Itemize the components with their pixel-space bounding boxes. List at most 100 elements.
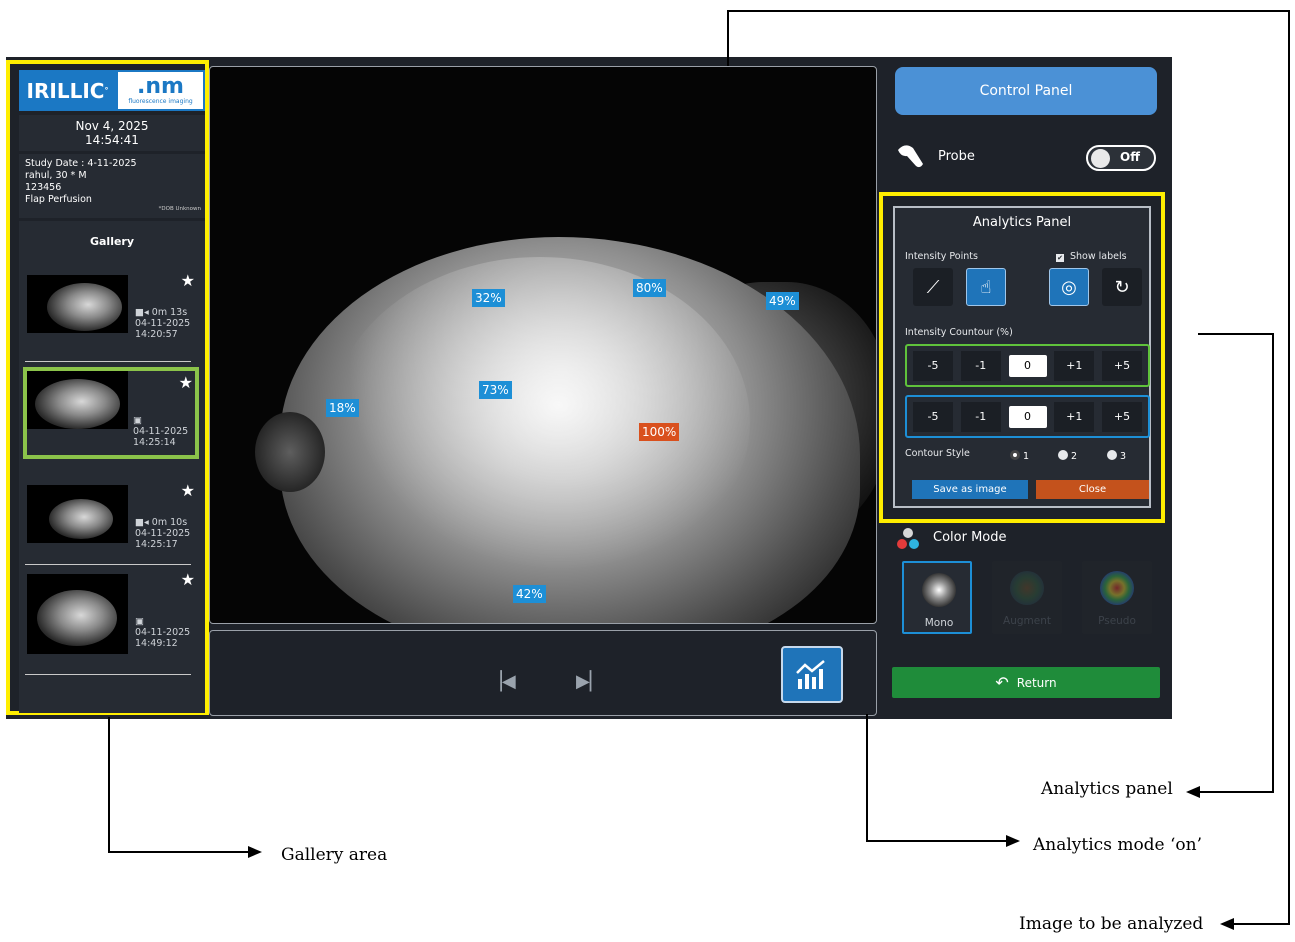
gallery-item-meta: ■◂ 0m 13s 04-11-2025 14:20:57 bbox=[135, 307, 191, 340]
analytics-chart-icon bbox=[796, 659, 825, 689]
contour-plus5-button[interactable]: +5 bbox=[1102, 401, 1142, 432]
logo-row: IRILLIC ° .nm fluorescence imaging bbox=[19, 70, 205, 111]
playback-bar: ▕◀ ▶▏ bbox=[209, 630, 877, 716]
color-mode-pseudo[interactable]: Pseudo bbox=[1082, 561, 1152, 634]
contour-minus5-button[interactable]: -5 bbox=[913, 401, 953, 432]
current-date: Nov 4, 2025 bbox=[75, 119, 149, 133]
contour-plus5-button[interactable]: +5 bbox=[1102, 350, 1142, 381]
intensity-point-label[interactable]: 32% bbox=[472, 289, 505, 307]
color-mode-augment[interactable]: Augment bbox=[992, 561, 1062, 634]
return-arrow-icon: ↶ bbox=[995, 673, 1009, 692]
intensity-point-label[interactable]: 49% bbox=[766, 292, 799, 310]
analytics-panel-highlight: Analytics Panel Intensity Points ✔ Show l… bbox=[879, 192, 1165, 523]
image-highlight bbox=[330, 257, 750, 587]
analytics-mode-button[interactable] bbox=[781, 646, 843, 703]
irillic-logo: IRILLIC ° bbox=[19, 70, 116, 111]
contour-style-radio-3[interactable]: 3 bbox=[1107, 450, 1126, 462]
star-icon[interactable]: ★ bbox=[181, 570, 195, 589]
image-viewport[interactable]: 32% 80% 49% 73% 18% 100% 42% bbox=[209, 66, 877, 624]
contour-plus1-button[interactable]: +1 bbox=[1054, 401, 1095, 432]
target-tool[interactable]: ◎ bbox=[1049, 268, 1089, 306]
contour-minus1-button[interactable]: -1 bbox=[960, 350, 1001, 381]
return-button[interactable]: ↶ Return bbox=[892, 667, 1160, 698]
reset-tool[interactable]: ↻ bbox=[1102, 268, 1142, 306]
callout-line bbox=[866, 840, 1006, 842]
skip-forward-icon[interactable]: ▶▏ bbox=[576, 671, 604, 692]
checkbox-check-icon: ✔ bbox=[1056, 254, 1064, 262]
contour-style-label: Contour Style bbox=[905, 448, 970, 459]
gallery-thumbnail bbox=[27, 485, 128, 543]
star-icon[interactable]: ★ bbox=[179, 373, 193, 392]
color-mode-mono[interactable]: Mono bbox=[902, 561, 972, 634]
skip-back-icon[interactable]: ▕◀ bbox=[488, 671, 516, 692]
gallery-divider bbox=[25, 361, 191, 362]
contour-plus1-button[interactable]: +1 bbox=[1054, 350, 1095, 381]
callout-line bbox=[1272, 333, 1274, 793]
callout-image-to-analyze: Image to be analyzed bbox=[1019, 914, 1204, 934]
video-icon: ■◂ bbox=[135, 517, 149, 528]
show-labels-checkbox[interactable]: ✔ Show labels bbox=[1056, 251, 1127, 262]
callout-line bbox=[1234, 923, 1290, 925]
image-icon: ▣ bbox=[135, 616, 144, 627]
probe-toggle[interactable]: Off bbox=[1086, 145, 1156, 171]
intensity-point-label[interactable]: 18% bbox=[326, 399, 359, 417]
toggle-knob bbox=[1091, 149, 1110, 168]
contour-row-primary: -5 -1 0 +1 +5 bbox=[905, 344, 1150, 387]
nm-logo: .nm fluorescence imaging bbox=[116, 70, 205, 111]
contour-value-input[interactable]: 0 bbox=[1008, 405, 1047, 428]
patient-id: 123456 bbox=[25, 182, 62, 193]
contour-minus1-button[interactable]: -1 bbox=[960, 401, 1001, 432]
callout-analytics-panel: Analytics panel bbox=[1041, 779, 1173, 799]
magic-wand-tool[interactable]: ⟋ bbox=[913, 268, 953, 306]
intensity-point-label[interactable]: 42% bbox=[513, 585, 546, 603]
intensity-point-label[interactable]: 80% bbox=[633, 279, 666, 297]
gallery-thumbnail bbox=[27, 371, 128, 429]
datetime-display: Nov 4, 2025 14:54:41 bbox=[19, 115, 205, 151]
analytics-panel-title: Analytics Panel bbox=[972, 215, 1072, 230]
callout-line bbox=[1288, 10, 1290, 925]
gallery-item[interactable]: ★ ▣ 04-11-2025 14:49:12 bbox=[25, 570, 197, 654]
callout-line bbox=[866, 714, 868, 842]
callout-line bbox=[727, 10, 1290, 12]
star-icon[interactable]: ★ bbox=[181, 481, 195, 500]
gallery-thumbnail bbox=[27, 574, 128, 654]
intensity-point-label[interactable]: 73% bbox=[479, 381, 512, 399]
contour-style-radio-1[interactable]: 1 bbox=[1010, 450, 1029, 462]
intensity-contour-label: Intensity Countour (%) bbox=[905, 327, 1013, 338]
image-icon: ▣ bbox=[133, 415, 142, 426]
color-mode-header: Color Mode bbox=[895, 527, 1157, 553]
crosshair-icon: ◎ bbox=[1061, 276, 1077, 298]
gallery-item-selected[interactable]: ★ ▣ 04-11-2025 14:25:14 bbox=[23, 367, 199, 459]
gallery-divider bbox=[25, 564, 191, 565]
save-as-image-button[interactable]: Save as image bbox=[912, 480, 1028, 499]
augment-swatch bbox=[1010, 571, 1044, 605]
probe-icon bbox=[898, 145, 923, 168]
probe-label: Probe bbox=[938, 149, 975, 164]
intensity-point-label-max[interactable]: 100% bbox=[639, 423, 680, 441]
callout-analytics-mode: Analytics mode ‘on’ bbox=[1033, 835, 1203, 855]
gallery-divider bbox=[25, 674, 191, 675]
gallery-item[interactable]: ★ ■◂ 0m 10s 04-11-2025 14:25:17 bbox=[25, 481, 197, 565]
contour-value-input[interactable]: 0 bbox=[1008, 354, 1047, 377]
callout-line bbox=[1200, 791, 1274, 793]
callout-gallery-area: Gallery area bbox=[281, 845, 388, 865]
color-mode-label: Color Mode bbox=[933, 530, 1007, 545]
close-button[interactable]: Close bbox=[1036, 480, 1149, 499]
current-time: 14:54:41 bbox=[85, 133, 139, 147]
dob-note: *DOB Unknown bbox=[158, 206, 201, 212]
sidebar-gallery-area: IRILLIC ° .nm fluorescence imaging Nov 4,… bbox=[6, 60, 209, 715]
contour-minus5-button[interactable]: -5 bbox=[913, 350, 953, 381]
study-info: Study Date : 4-11-2025 rahul, 30 * M 123… bbox=[19, 154, 205, 218]
contour-style-radio-2[interactable]: 2 bbox=[1058, 450, 1077, 462]
star-icon[interactable]: ★ bbox=[181, 271, 195, 290]
pseudo-swatch bbox=[1100, 571, 1134, 605]
probe-row: Probe Off bbox=[895, 138, 1157, 178]
control-panel-button[interactable]: Control Panel bbox=[895, 67, 1157, 115]
contour-row-secondary: -5 -1 0 +1 +5 bbox=[905, 395, 1150, 438]
study-date: Study Date : 4-11-2025 bbox=[25, 158, 137, 169]
hand-pointer-icon: ☝ bbox=[980, 276, 992, 298]
gallery-item[interactable]: ★ ■◂ 0m 13s 04-11-2025 14:20:57 bbox=[25, 271, 197, 355]
gallery-item-meta: ▣ 04-11-2025 14:49:12 bbox=[135, 616, 191, 649]
gallery-panel: Gallery ★ ■◂ 0m 13s 04-11-2025 14:20:57 … bbox=[19, 221, 205, 713]
manual-point-tool[interactable]: ☝ bbox=[966, 268, 1006, 306]
